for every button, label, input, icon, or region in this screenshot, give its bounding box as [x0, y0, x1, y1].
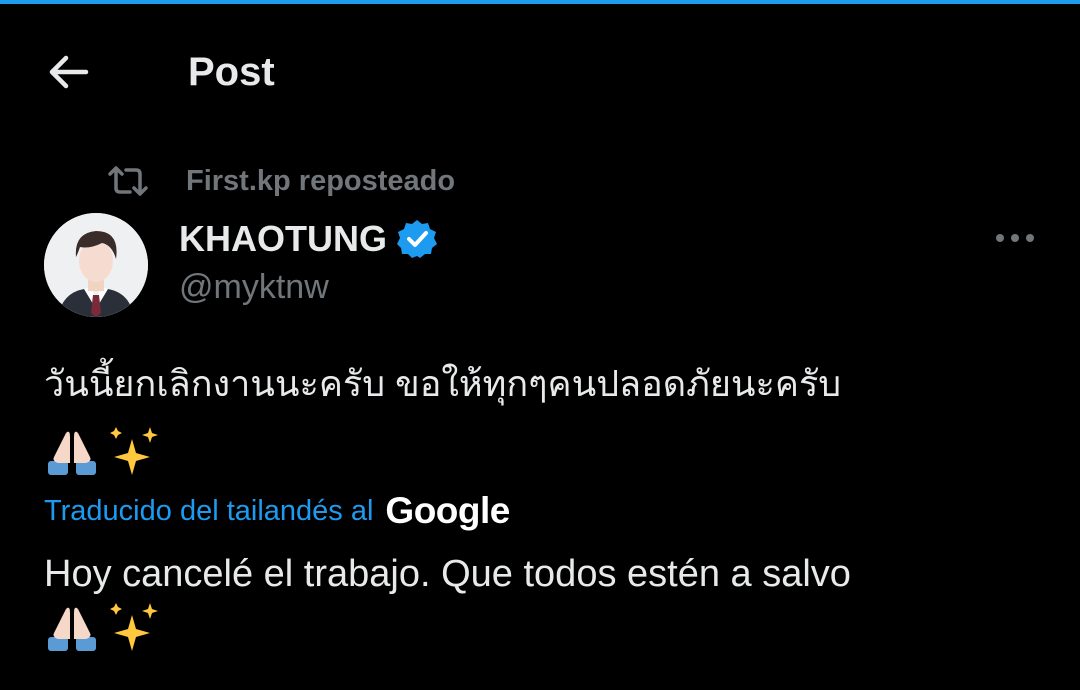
repost-indicator: First.kp reposteado: [106, 160, 455, 202]
folded-hands-emoji: [48, 607, 96, 651]
arrow-left-icon: [49, 55, 89, 89]
post-emojis: [44, 420, 164, 482]
author-name-row: KHAOTUNG: [179, 214, 439, 264]
translation-label[interactable]: Traducido del tailandés al: [44, 495, 373, 528]
user-handle[interactable]: @myktnw: [179, 268, 329, 307]
more-horizontal-icon: [996, 234, 1034, 242]
sparkles-emoji: [110, 603, 158, 651]
verified-badge-icon: [395, 217, 439, 261]
translation-row: Traducido del tailandés al Google: [44, 488, 510, 534]
repost-text[interactable]: First.kp reposteado: [186, 165, 455, 198]
repost-icon: [106, 160, 150, 202]
translated-text: Hoy cancelé el trabajo. Que todos estén …: [44, 553, 851, 595]
post-text: วันนี้ยกเลิกงานนะครับ ขอให้ทุกๆคนปลอดภัย…: [44, 363, 842, 404]
more-options-button[interactable]: [988, 218, 1042, 258]
avatar[interactable]: [44, 213, 148, 317]
header: Post: [0, 4, 1080, 134]
sparkles-emoji: [110, 427, 158, 475]
display-name[interactable]: KHAOTUNG: [179, 218, 387, 260]
translated-emojis: [44, 596, 164, 658]
folded-hands-emoji: [48, 431, 96, 475]
google-logo: Google: [385, 490, 510, 531]
page-title: Post: [188, 50, 275, 94]
back-button[interactable]: [40, 44, 96, 100]
